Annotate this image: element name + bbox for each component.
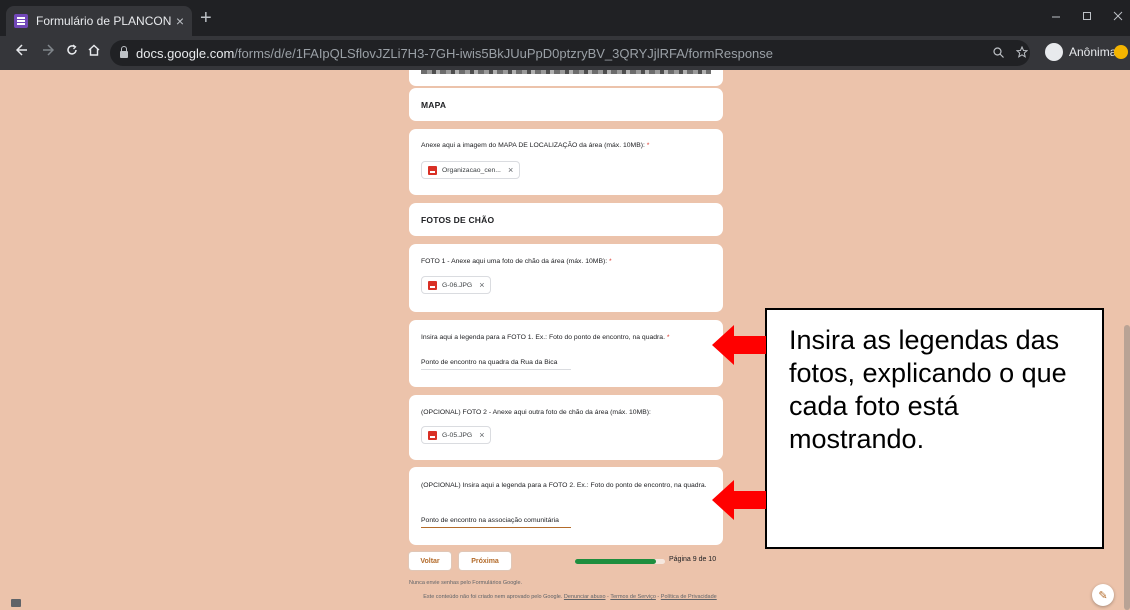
progress-bar	[575, 559, 665, 564]
section-title: FOTOS DE CHÃO	[421, 215, 495, 225]
question-text: (OPCIONAL) FOTO 2 - Anexe aqui outra fot…	[421, 409, 651, 416]
required-asterisk: *	[666, 334, 670, 341]
uploaded-file-chip[interactable]: Organizacao_cen... ×	[421, 161, 521, 179]
address-bar[interactable]: docs.google.com/forms/d/e/1FAIpQLSflovJZ…	[110, 40, 1030, 66]
back-icon[interactable]	[15, 44, 28, 60]
footer-disclaimer: Este conteúdo não foi criado nem aprovad…	[423, 594, 717, 600]
question-legenda1: Insira aqui a legenda para a FOTO 1. Ex.…	[409, 320, 723, 387]
file-name: Organizacao_cen...	[442, 166, 501, 174]
back-button[interactable]: Voltar	[409, 552, 451, 570]
page-indicator: Página 9 de 10	[669, 556, 717, 563]
extension-icon[interactable]	[1114, 45, 1128, 59]
tab-title: Formulário de PLANCON	[36, 14, 172, 28]
annotation-text: Insira as legendas das fotos, explicando…	[789, 325, 1067, 454]
previous-image-card	[409, 70, 723, 86]
required-asterisk: *	[609, 258, 612, 265]
terms-link[interactable]: Termos de Serviço	[610, 594, 656, 600]
header-image	[421, 70, 711, 74]
image-file-icon	[428, 280, 437, 290]
caption1-input[interactable]: Ponto de encontro na quadra da Rua da Bi…	[421, 359, 571, 370]
annotation-callout: Insira as legendas das fotos, explicando…	[765, 308, 1104, 549]
star-icon[interactable]	[1015, 45, 1029, 61]
new-tab-button[interactable]: +	[200, 8, 212, 28]
browser-tab-bar: Formulário de PLANCON × +	[0, 0, 1130, 36]
file-name: G-05.JPG	[442, 431, 473, 439]
question-text: Anexe aqui a imagem do MAPA DE LOCALIZAÇ…	[421, 142, 650, 149]
annotation-arrow-up	[712, 325, 766, 365]
edit-icon[interactable]: ✎	[1092, 584, 1114, 606]
forms-favicon-icon	[14, 14, 28, 28]
reload-icon[interactable]	[66, 44, 78, 60]
question-foto2: (OPCIONAL) FOTO 2 - Anexe aqui outra fot…	[409, 395, 723, 460]
minimize-icon[interactable]	[1051, 8, 1061, 24]
tab-close-icon[interactable]: ×	[176, 13, 184, 29]
remove-file-icon[interactable]: ×	[479, 430, 484, 440]
password-warning: Nunca envie senhas pelo Formulários Goog…	[409, 580, 523, 586]
question-text: (OPCIONAL) Insira aqui a legenda para a …	[421, 482, 707, 489]
lock-icon	[120, 46, 128, 58]
question-legenda2: (OPCIONAL) Insira aqui a legenda para a …	[409, 467, 723, 545]
feedback-icon[interactable]	[11, 599, 21, 607]
zoom-icon[interactable]	[993, 46, 1004, 61]
remove-file-icon[interactable]: ×	[508, 165, 513, 175]
url-host: docs.google.com	[136, 45, 235, 61]
forward-icon[interactable]	[42, 44, 55, 60]
uploaded-file-chip[interactable]: G-05.JPG ×	[421, 426, 492, 444]
remove-file-icon[interactable]: ×	[479, 280, 484, 290]
question-text: Insira aqui a legenda para a FOTO 1. Ex.…	[421, 334, 670, 341]
section-header-mapa: MAPA	[409, 88, 723, 121]
file-name: G-06.JPG	[442, 281, 473, 289]
scrollbar[interactable]	[1124, 325, 1130, 610]
url-path: /forms/d/e/1FAIpQLSflovJZLi7H3-7GH-iwis5…	[234, 45, 774, 61]
maximize-icon[interactable]	[1082, 8, 1092, 24]
question-foto1: FOTO 1 - Anexe aqui uma foto de chão da …	[409, 244, 723, 312]
required-asterisk: *	[646, 142, 650, 149]
incognito-avatar-icon	[1045, 43, 1063, 61]
report-abuse-link[interactable]: Denunciar abuso	[564, 594, 606, 600]
image-file-icon	[428, 165, 437, 175]
home-icon[interactable]	[88, 44, 100, 60]
close-icon[interactable]	[1113, 8, 1123, 24]
browser-toolbar: docs.google.com/forms/d/e/1FAIpQLSflovJZ…	[0, 36, 1130, 70]
question-text: FOTO 1 - Anexe aqui uma foto de chão da …	[421, 258, 612, 265]
browser-tab[interactable]: Formulário de PLANCON ×	[6, 6, 192, 36]
question-mapa: Anexe aqui a imagem do MAPA DE LOCALIZAÇ…	[409, 129, 723, 195]
profile-label: Anônima	[1069, 45, 1117, 59]
section-title: MAPA	[421, 100, 447, 110]
section-header-fotos: FOTOS DE CHÃO	[409, 203, 723, 236]
privacy-link[interactable]: Política de Privacidade	[661, 594, 717, 600]
profile-button[interactable]: Anônima	[1045, 40, 1116, 64]
image-file-icon	[428, 430, 437, 440]
caption2-input[interactable]: Ponto de encontro na associação comunitá…	[421, 517, 571, 528]
uploaded-file-chip[interactable]: G-06.JPG ×	[421, 276, 492, 294]
next-button[interactable]: Próxima	[459, 552, 511, 570]
annotation-arrow-down	[712, 480, 766, 520]
progress-fill	[575, 559, 656, 564]
